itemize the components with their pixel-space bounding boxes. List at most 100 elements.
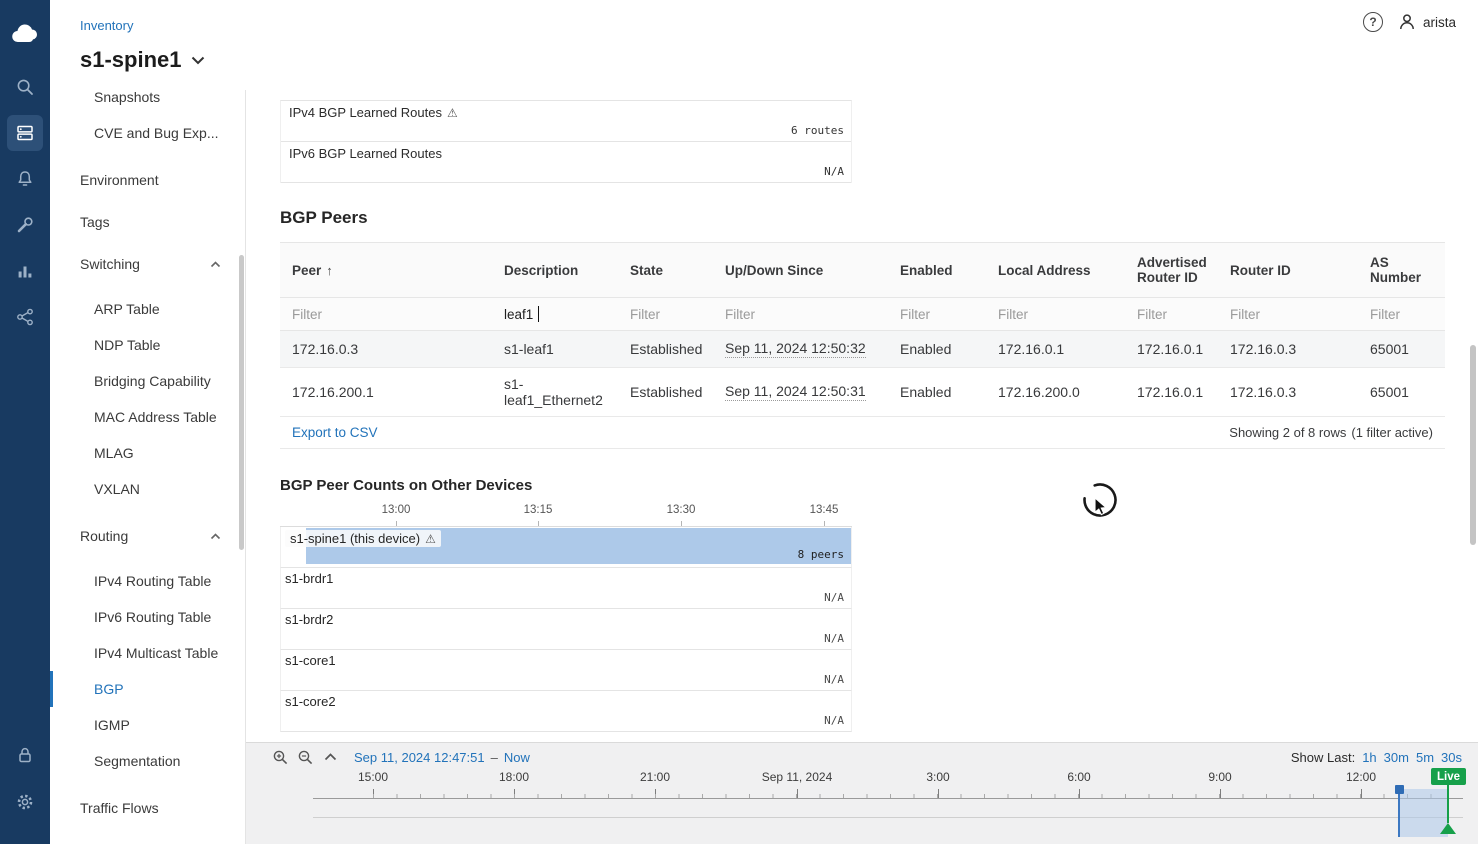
app-root: Inventory s1-spine1 ? arista Snapshots C…	[0, 0, 1478, 844]
sidebar-item-mac-address-table[interactable]: MAC Address Table	[50, 399, 245, 435]
rail-metrics-button[interactable]	[7, 253, 43, 289]
sidebar-section-switching[interactable]: Switching	[50, 246, 245, 282]
filter-input-router-id[interactable]	[1230, 307, 1346, 322]
bgp-peers-table: Peer ↑ Description State Up/Down Since E…	[280, 242, 1445, 449]
sidebar-item-ipv4-routing-table[interactable]: IPv4 Routing Table	[50, 563, 245, 599]
export-csv-link[interactable]: Export to CSV	[292, 425, 378, 440]
main-scrollbar[interactable]	[1470, 345, 1476, 545]
axis-tick-label: 9:00	[1208, 770, 1231, 784]
breadcrumb-inventory[interactable]: Inventory	[80, 18, 133, 33]
column-header-router-id[interactable]: Router ID	[1218, 243, 1358, 297]
row-value: 6 routes	[791, 124, 844, 137]
learned-routes-row-ipv4[interactable]: IPv4 BGP Learned Routes ⚠ 6 routes	[281, 101, 851, 142]
filter-input-enabled[interactable]	[900, 307, 974, 322]
filter-input-local-address[interactable]	[998, 307, 1113, 322]
cell-enabled: Enabled	[888, 368, 986, 416]
axis-track-line	[313, 817, 1463, 818]
rail-search-button[interactable]	[7, 69, 43, 105]
sidebar-item-ipv4-multicast-table[interactable]: IPv4 Multicast Table	[50, 635, 245, 671]
table-row[interactable]: 172.16.0.3 s1-leaf1 Established Sep 11, …	[280, 331, 1445, 368]
device-title-switcher[interactable]: s1-spine1	[80, 47, 205, 73]
column-header-description[interactable]: Description	[492, 243, 618, 297]
chart-row-s1-spine1[interactable]: s1-spine1 (this device) ⚠ 8 peers	[280, 527, 852, 568]
rail-events-button[interactable]	[7, 161, 43, 197]
table-row[interactable]: 172.16.200.1 s1-leaf1_Ethernet2 Establis…	[280, 368, 1445, 417]
sidebar-item-bgp[interactable]: BGP	[50, 671, 245, 707]
device-label: s1-brdr1	[285, 571, 333, 586]
rail-lock-button[interactable]	[7, 737, 43, 773]
rail-provisioning-button[interactable]	[7, 207, 43, 243]
timeline-axis[interactable]: 15:00 18:00 21:00 Sep 11, 2024 3:00 6:00…	[313, 743, 1463, 844]
column-header-advertised-router-id[interactable]: Advertised Router ID	[1125, 243, 1218, 297]
sidebar-item-arp-table[interactable]: ARP Table	[50, 291, 245, 327]
row-label: IPv4 BGP Learned Routes	[289, 105, 442, 120]
rail-inventory-button[interactable]	[7, 115, 43, 151]
filter-input-description[interactable]	[504, 307, 606, 322]
cell-state: Established	[618, 331, 713, 367]
rail-topology-button[interactable]	[7, 299, 43, 335]
sidebar-item-tags[interactable]: Tags	[50, 204, 245, 240]
warning-icon: ⚠	[447, 106, 458, 120]
column-header-local-address[interactable]: Local Address	[986, 243, 1125, 297]
chart-row-s1-brdr2[interactable]: s1-brdr2 N/A	[280, 609, 852, 650]
page-title: s1-spine1	[80, 47, 182, 73]
chart-row-s1-brdr1[interactable]: s1-brdr1 N/A	[280, 568, 852, 609]
zoom-out-button[interactable]	[296, 748, 314, 766]
range-start-handle[interactable]	[1398, 789, 1400, 837]
sidebar-item-ipv6-routing-table[interactable]: IPv6 Routing Table	[50, 599, 245, 635]
sidebar-item-ndp-table[interactable]: NDP Table	[50, 327, 245, 363]
devices-icon	[15, 123, 35, 143]
sidebar-item-vxlan[interactable]: VXLAN	[50, 471, 245, 507]
chart-row-s1-core2[interactable]: s1-core2 N/A	[280, 691, 852, 732]
sidebar-item-traffic-flows[interactable]: Traffic Flows	[50, 790, 245, 826]
sidebar-section-routing[interactable]: Routing	[50, 518, 245, 554]
column-header-updown-since[interactable]: Up/Down Since	[713, 243, 888, 297]
rows-summary-text: Showing 2 of 8 rows	[1229, 425, 1346, 440]
arista-cloud-logo[interactable]	[0, 16, 50, 52]
axis-tick-mark	[681, 521, 682, 526]
device-label: s1-core1	[285, 653, 336, 668]
zoom-in-button[interactable]	[271, 748, 289, 766]
sidebar-item-igmp[interactable]: IGMP	[50, 707, 245, 743]
learned-routes-row-ipv6[interactable]: IPv6 BGP Learned Routes N/A	[281, 142, 851, 183]
cell-updown-since[interactable]: Sep 11, 2024 12:50:31	[725, 383, 866, 401]
sidebar-scrollbar[interactable]	[239, 255, 244, 550]
user-menu[interactable]: arista	[1397, 12, 1456, 32]
sidebar-item-bridging-capability[interactable]: Bridging Capability	[50, 363, 245, 399]
row-value: N/A	[824, 165, 844, 178]
column-header-state[interactable]: State	[618, 243, 713, 297]
sidebar-item-cve-and-bug[interactable]: CVE and Bug Exp...	[50, 115, 245, 151]
mouse-cursor	[1094, 497, 1112, 522]
filter-input-peer[interactable]	[292, 307, 480, 322]
text-caret	[538, 306, 539, 322]
column-header-as-number[interactable]: AS Number	[1358, 243, 1445, 297]
filter-input-advertised-router-id[interactable]	[1137, 307, 1206, 322]
learned-routes-table: IPv4 BGP Learned Routes ⚠ 6 routes IPv6 …	[280, 100, 852, 183]
sidebar-item-mlag[interactable]: MLAG	[50, 435, 245, 471]
sidebar-item-segmentation[interactable]: Segmentation	[50, 743, 245, 779]
device-label: s1-brdr2	[285, 612, 333, 627]
help-button[interactable]: ?	[1363, 12, 1383, 32]
time-range-bar: Sep 11, 2024 12:47:51 – Now Show Last: 1…	[246, 742, 1478, 844]
filter-input-as-number[interactable]	[1370, 307, 1433, 322]
live-badge[interactable]: Live	[1431, 768, 1466, 785]
section-label: Routing	[80, 528, 128, 544]
range-start-handle-grip[interactable]	[1395, 785, 1404, 794]
axis-tick-label: 6:00	[1067, 770, 1090, 784]
cell-updown-since[interactable]: Sep 11, 2024 12:50:32	[725, 340, 866, 358]
peer-count-value: N/A	[824, 591, 844, 604]
filter-input-updown-since[interactable]	[725, 307, 876, 322]
filter-input-state[interactable]	[630, 307, 701, 322]
cell-peer: 172.16.200.1	[280, 368, 492, 416]
live-position-arrow[interactable]	[1440, 823, 1456, 834]
sidebar-item-snapshots[interactable]: Snapshots	[50, 90, 245, 115]
table-filter-row	[280, 298, 1445, 331]
rail-settings-button[interactable]	[7, 784, 43, 820]
sidebar: Snapshots CVE and Bug Exp... Environment…	[50, 90, 246, 844]
warning-icon: ⚠	[425, 532, 436, 546]
sidebar-item-environment[interactable]: Environment	[50, 162, 245, 198]
column-header-enabled[interactable]: Enabled	[888, 243, 986, 297]
axis-tick-label: 13:30	[667, 504, 696, 516]
chart-row-s1-core1[interactable]: s1-core1 N/A	[280, 650, 852, 691]
column-header-peer[interactable]: Peer ↑	[280, 243, 492, 297]
